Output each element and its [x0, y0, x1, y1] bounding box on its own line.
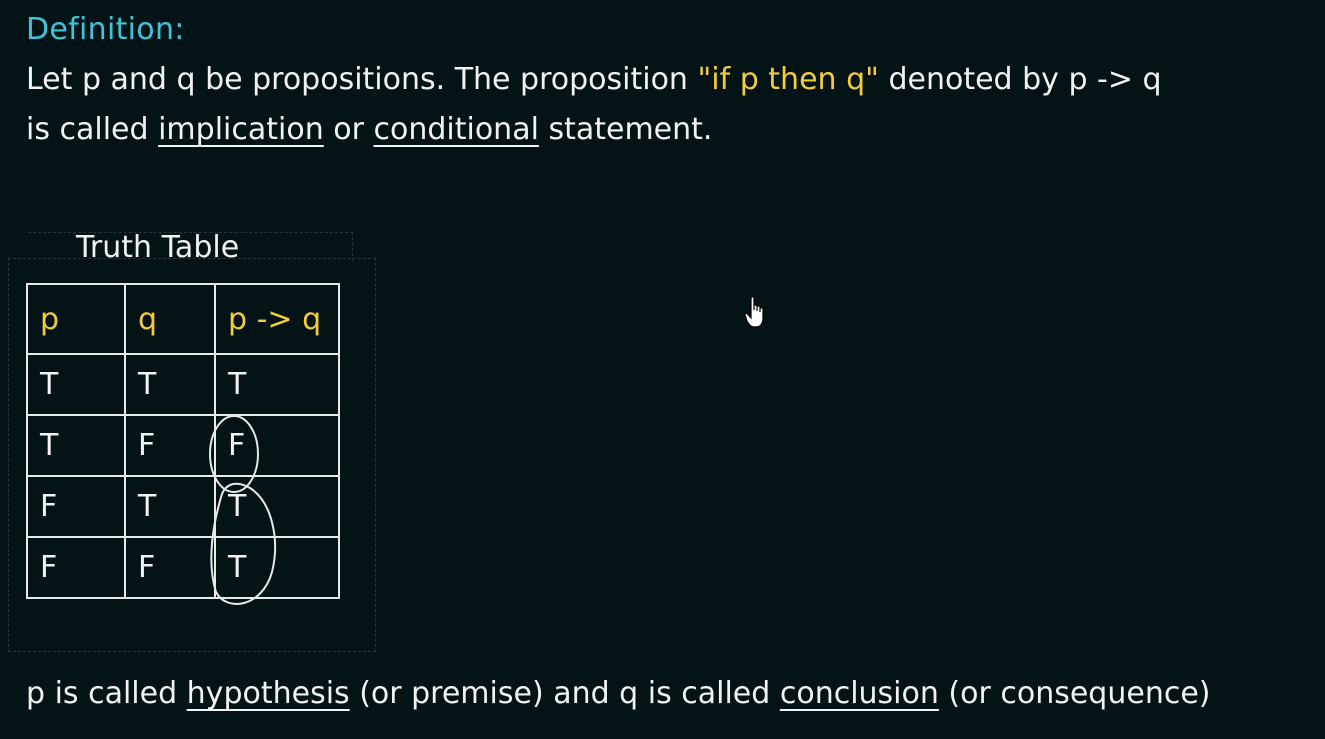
- header-q: q: [124, 283, 216, 355]
- table-header-row: p q p -> q: [26, 283, 340, 355]
- table-cell: T: [214, 353, 340, 416]
- or-text: or: [323, 112, 374, 147]
- footer-text: (or premise) and q is called: [349, 676, 780, 711]
- called-text: is called: [26, 112, 159, 147]
- definition-line-2: is called implication or conditional sta…: [26, 112, 712, 147]
- table-cell: T: [124, 353, 216, 416]
- table-cell: T: [214, 536, 340, 599]
- table-row: F F T: [26, 536, 340, 599]
- definition-line-1: Let p and q be propositions. The proposi…: [26, 62, 1162, 97]
- table-cell: F: [214, 414, 340, 477]
- footer-text: (or consequence): [938, 676, 1211, 711]
- header-implication: p -> q: [214, 283, 340, 355]
- table-row: T F F: [26, 414, 340, 477]
- if-then-quote: "if p then q": [697, 62, 879, 97]
- table-cell: F: [124, 414, 216, 477]
- hand-pointer-cursor-icon: [744, 296, 764, 328]
- footer-text: p is called: [26, 676, 187, 711]
- table-cell: F: [26, 536, 126, 599]
- statement-text: statement.: [538, 112, 713, 147]
- footer-line: p is called hypothesis (or premise) and …: [26, 676, 1211, 711]
- table-cell: F: [26, 475, 126, 538]
- denoted-by-text: denoted by p -> q: [878, 62, 1162, 97]
- truth-table: p q p -> q T T T T F F F T T F F T: [26, 283, 340, 599]
- table-row: T T T: [26, 353, 340, 416]
- table-row: F T T: [26, 475, 340, 538]
- table-cell: F: [124, 536, 216, 599]
- definition-text: Let p and q be propositions. The proposi…: [26, 62, 698, 97]
- truth-table-title: Truth Table: [76, 230, 240, 265]
- table-cell: T: [214, 475, 340, 538]
- term-conclusion: conclusion: [779, 676, 939, 711]
- term-implication: implication: [158, 112, 324, 147]
- table-cell: T: [26, 414, 126, 477]
- table-cell: T: [124, 475, 216, 538]
- term-conditional: conditional: [373, 112, 539, 147]
- table-cell: T: [26, 353, 126, 416]
- term-hypothesis: hypothesis: [186, 676, 350, 711]
- definition-heading: Definition:: [26, 12, 185, 47]
- header-p: p: [26, 283, 126, 355]
